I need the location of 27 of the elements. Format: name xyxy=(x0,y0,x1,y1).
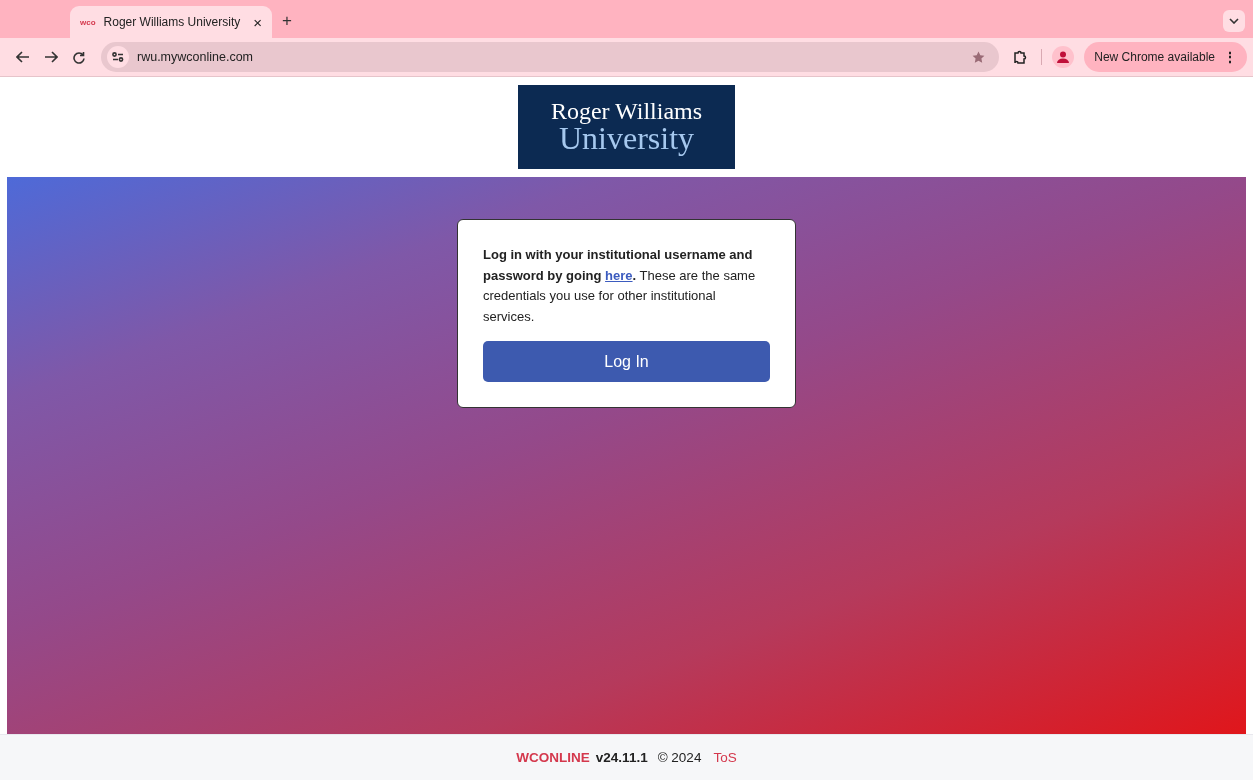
address-bar[interactable]: rwu.mywconline.com xyxy=(101,42,1000,72)
tos-link[interactable]: ToS xyxy=(713,750,737,765)
browser-tab[interactable]: wco Roger Williams University × xyxy=(70,6,272,38)
copyright-text: © 2024 xyxy=(657,750,702,765)
url-text: rwu.mywconline.com xyxy=(137,50,253,64)
tab-search-button[interactable] xyxy=(1223,10,1245,32)
logo-text: Roger Williams xyxy=(550,100,703,124)
back-icon[interactable] xyxy=(16,51,30,63)
log-in-button[interactable]: Log In xyxy=(483,341,770,382)
favicon: wco xyxy=(80,17,96,27)
profile-button[interactable] xyxy=(1052,46,1075,68)
new-tab-button[interactable]: + xyxy=(282,11,292,31)
person-icon[interactable] xyxy=(1057,51,1070,63)
site-settings-icon[interactable] xyxy=(112,52,124,62)
puzzle-icon[interactable] xyxy=(1013,50,1028,64)
bookmark-star-icon[interactable] xyxy=(972,51,986,63)
here-link[interactable]: here xyxy=(605,267,633,283)
reload-icon[interactable] xyxy=(72,50,85,64)
brand-name: WCONLINE xyxy=(516,750,590,765)
login-instructions: Log in with your institutional username and password by going here. These are the same credentials you use for other institutional services. xyxy=(483,246,757,326)
update-button[interactable]: New Chrome available ⋮ xyxy=(1084,42,1247,72)
logo-text: University xyxy=(558,123,695,154)
chevron-down-icon[interactable] xyxy=(1229,18,1239,24)
version-text: v24.11.1 xyxy=(595,750,648,765)
close-tab-button[interactable]: × xyxy=(253,13,262,31)
tab-title: Roger Williams University xyxy=(103,15,242,29)
forward-icon[interactable] xyxy=(44,51,58,63)
